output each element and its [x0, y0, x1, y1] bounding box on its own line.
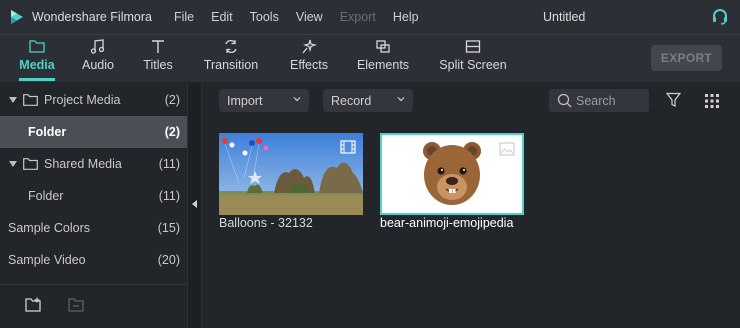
sidebar-footer	[0, 284, 187, 328]
item-count: (2)	[164, 125, 180, 139]
menu-bar: File Edit Tools View Export Help	[174, 10, 436, 24]
panel-splitter[interactable]	[187, 83, 202, 328]
sidebar-item-folder[interactable]: Folder (2)	[0, 116, 187, 148]
chevron-down-icon	[293, 97, 301, 102]
expand-triangle-icon[interactable]	[9, 161, 17, 167]
tab-titles-label: Titles	[143, 58, 173, 72]
tab-elements[interactable]: Elements	[356, 35, 410, 81]
sidebar-item-shared-folder[interactable]: Folder (11)	[0, 180, 187, 212]
tab-split-screen[interactable]: Split Screen	[439, 35, 507, 81]
tab-titles[interactable]: Titles	[141, 35, 175, 81]
media-thumbnail-balloons[interactable]	[219, 133, 363, 215]
search-placeholder: Search	[576, 93, 616, 108]
video-clip-icon	[340, 140, 356, 154]
sidebar-item-label: Sample Colors	[8, 221, 90, 235]
search-icon	[557, 93, 572, 108]
menu-help[interactable]: Help	[393, 10, 419, 24]
tab-split-screen-label: Split Screen	[439, 58, 507, 72]
tab-effects[interactable]: Effects	[288, 35, 330, 81]
title-bar: Wondershare Filmora File Edit Tools View…	[0, 0, 740, 34]
record-dropdown[interactable]: Record	[323, 89, 413, 112]
document-title: Untitled	[543, 10, 586, 24]
delete-folder-icon	[68, 298, 84, 312]
sidebar-item-shared-media[interactable]: Shared Media (11)	[0, 148, 187, 180]
filmora-logo-icon	[11, 10, 23, 24]
collapse-arrow-icon[interactable]	[192, 200, 197, 208]
sidebar-item-label: Folder	[28, 189, 64, 203]
tab-media[interactable]: Media	[18, 35, 56, 81]
record-label: Record	[331, 93, 372, 108]
sidebar-item-label: Shared Media	[44, 157, 122, 171]
tab-effects-label: Effects	[290, 58, 328, 72]
menu-tools[interactable]: Tools	[250, 10, 279, 24]
image-icon	[499, 142, 515, 156]
tab-audio[interactable]: Audio	[80, 35, 116, 81]
sidebar-item-label: Folder	[28, 125, 67, 139]
folder-icon	[23, 158, 38, 170]
media-thumbnail-bear[interactable]	[380, 133, 524, 215]
tab-media-label: Media	[19, 58, 55, 72]
item-count: (11)	[158, 189, 180, 203]
headset-icon[interactable]	[711, 8, 729, 26]
app-name: Wondershare Filmora	[32, 10, 152, 24]
menu-export: Export	[339, 10, 376, 24]
import-dropdown[interactable]: Import	[219, 89, 309, 112]
import-label: Import	[227, 93, 263, 108]
filter-icon[interactable]	[666, 92, 681, 108]
music-note-icon	[90, 39, 105, 54]
item-count: (15)	[157, 221, 180, 235]
tab-transition[interactable]: Transition	[203, 35, 259, 81]
text-icon	[152, 40, 164, 53]
search-input[interactable]: Search	[549, 89, 649, 112]
expand-triangle-icon[interactable]	[9, 97, 17, 103]
sidebar-item-label: Project Media	[44, 93, 121, 107]
chevron-down-icon	[397, 97, 405, 102]
split-screen-icon	[465, 40, 481, 53]
export-button[interactable]: EXPORT	[651, 45, 722, 71]
item-count: (2)	[164, 93, 180, 107]
new-folder-icon[interactable]	[25, 297, 43, 313]
sidebar-item-label: Sample Video	[8, 253, 86, 267]
tab-transition-label: Transition	[203, 58, 259, 72]
sidebar-item-sample-video[interactable]: Sample Video (20)	[0, 244, 187, 276]
media-panel: Import Record Search Balloons - 32132 be…	[203, 83, 740, 328]
media-caption: bear-animoji-emojipedia	[380, 216, 514, 230]
menu-edit[interactable]: Edit	[211, 10, 233, 24]
effects-icon	[302, 39, 317, 54]
elements-icon	[376, 40, 390, 53]
folder-icon	[29, 40, 45, 53]
main-toolbar: Media Audio Titles Transition Effects El…	[0, 34, 740, 82]
grid-view-icon[interactable]	[705, 94, 719, 108]
tab-audio-label: Audio	[82, 58, 114, 72]
transition-icon	[225, 39, 237, 54]
item-count: (20)	[157, 253, 180, 267]
sidebar-item-sample-colors[interactable]: Sample Colors (15)	[0, 212, 187, 244]
item-count: (11)	[158, 157, 180, 171]
menu-file[interactable]: File	[174, 10, 194, 24]
tab-elements-label: Elements	[356, 58, 410, 72]
sidebar-item-project-media[interactable]: Project Media (2)	[0, 84, 187, 116]
media-caption: Balloons - 32132	[219, 216, 313, 230]
menu-view[interactable]: View	[296, 10, 323, 24]
folder-icon	[23, 94, 38, 106]
